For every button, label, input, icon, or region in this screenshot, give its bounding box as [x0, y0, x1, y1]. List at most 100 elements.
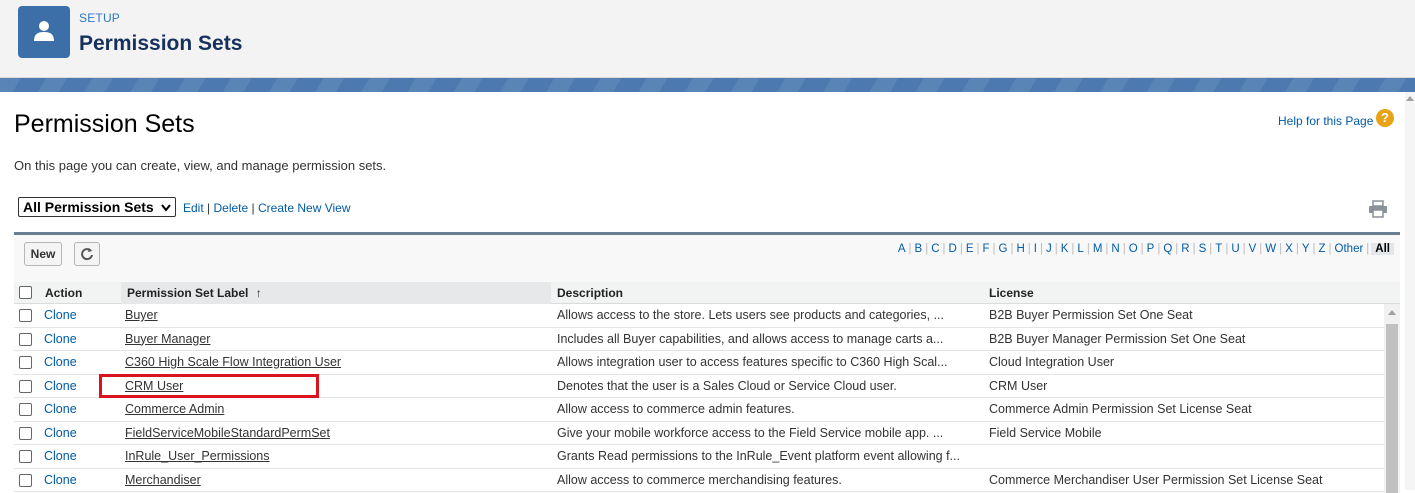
license-cell: B2B Buyer Manager Permission Set One Sea…	[989, 331, 1246, 346]
permission-set-link[interactable]: Merchandiser	[125, 469, 545, 492]
alpha-filter-link[interactable]: O	[1128, 243, 1139, 255]
alpha-filter-link[interactable]: U	[1230, 243, 1240, 255]
separator: |	[251, 201, 255, 215]
clone-link[interactable]: Clone	[44, 351, 114, 374]
alpha-filter-link[interactable]: Q	[1162, 243, 1173, 255]
permission-set-link[interactable]: C360 High Scale Flow Integration User	[125, 351, 545, 374]
table-scrollbar[interactable]	[1384, 304, 1400, 493]
alpha-filter-link[interactable]: T	[1214, 243, 1223, 255]
help-icon[interactable]: ?	[1376, 109, 1394, 127]
column-header-action: Action	[45, 286, 83, 300]
alpha-separator: |	[1242, 243, 1246, 255]
alpha-filter-link[interactable]: Y	[1301, 243, 1311, 255]
clone-link[interactable]: Clone	[44, 422, 114, 445]
alpha-filter-link[interactable]: K	[1060, 243, 1070, 255]
alpha-filter-link[interactable]: D	[948, 243, 958, 255]
alpha-separator: |	[992, 243, 996, 255]
alpha-filter-link[interactable]: Z	[1318, 243, 1327, 255]
alpha-filter-link[interactable]: V	[1248, 243, 1258, 255]
permission-set-link[interactable]: Buyer Manager	[125, 328, 545, 351]
alpha-filter-link[interactable]: F	[981, 243, 990, 255]
permission-set-link[interactable]: CRM User	[125, 375, 545, 398]
clone-link[interactable]: Clone	[44, 375, 114, 398]
column-header-label[interactable]: Permission Set Label ↑	[121, 282, 551, 304]
alpha-filter-link[interactable]: J	[1045, 243, 1053, 255]
permission-set-link[interactable]: InRule_User_Permissions	[125, 445, 545, 468]
scroll-up-icon[interactable]	[1406, 96, 1414, 101]
clone-link[interactable]: Clone	[44, 328, 114, 351]
header-title: Permission Sets	[79, 32, 243, 55]
alpha-filter-link[interactable]: A	[897, 243, 907, 255]
sort-ascending-icon: ↑	[255, 286, 262, 300]
setup-label: SETUP	[79, 11, 121, 25]
alpha-filter-all[interactable]: All	[1371, 243, 1394, 255]
permission-sets-icon	[18, 6, 70, 58]
description-cell: Give your mobile workforce access to the…	[557, 425, 944, 440]
chevron-down-icon	[160, 204, 171, 212]
alpha-separator: |	[1027, 243, 1031, 255]
alpha-separator: |	[1312, 243, 1316, 255]
page-title: Permission Sets	[14, 110, 195, 138]
table-row: Clone Buyer Allows access to the store. Le…	[14, 304, 1384, 328]
alpha-separator: |	[942, 243, 946, 255]
alpha-separator: |	[908, 243, 912, 255]
table-row: Clone Commerce Admin Allow access to comme…	[14, 398, 1384, 422]
help-link[interactable]: Help for this Page	[1278, 114, 1373, 128]
alpha-separator: |	[1039, 243, 1043, 255]
clone-link[interactable]: Clone	[44, 304, 114, 327]
alpha-filter-link[interactable]: B	[914, 243, 924, 255]
refresh-button[interactable]	[74, 242, 100, 266]
description-cell: Denotes that the user is a Sales Cloud o…	[557, 378, 897, 393]
setup-header: SETUP Permission Sets	[0, 0, 1415, 78]
alpha-filter-link[interactable]: S	[1198, 243, 1208, 255]
create-new-view-link[interactable]: Create New View	[258, 201, 350, 215]
clone-link[interactable]: Clone	[44, 445, 114, 468]
alpha-filter-link[interactable]: N	[1110, 243, 1120, 255]
permission-set-link[interactable]: Commerce Admin	[125, 398, 545, 421]
alpha-filter-link[interactable]: Other	[1334, 243, 1365, 255]
header-banner	[0, 78, 1415, 92]
refresh-icon	[81, 248, 93, 261]
row-checkbox[interactable]	[19, 473, 32, 487]
alpha-filter-link[interactable]: P	[1146, 243, 1156, 255]
alpha-filter-link[interactable]: M	[1092, 243, 1104, 255]
row-checkbox[interactable]	[19, 403, 32, 416]
table-row: Clone CRM User Denotes that the user is a …	[14, 375, 1384, 398]
row-checkbox[interactable]	[19, 450, 32, 463]
scroll-thumb[interactable]	[1386, 324, 1398, 493]
delete-view-link[interactable]: Delete	[214, 201, 249, 215]
description-cell: Allows integration user to access featur…	[557, 355, 948, 369]
printer-icon[interactable]	[1368, 200, 1388, 223]
user-icon	[34, 21, 54, 41]
column-header-license[interactable]: License	[989, 282, 1034, 304]
alpha-filter-link[interactable]: W	[1264, 243, 1277, 255]
alpha-separator: |	[1054, 243, 1058, 255]
permission-set-link[interactable]: FieldServiceMobileStandardPermSet	[125, 422, 545, 445]
page-scrollbar[interactable]	[1405, 92, 1415, 490]
license-cell: Field Service Mobile	[989, 425, 1102, 440]
alpha-filter-link[interactable]: X	[1284, 243, 1294, 255]
alpha-filter-link[interactable]: L	[1076, 243, 1084, 255]
row-checkbox[interactable]	[19, 356, 32, 369]
alpha-filter-link[interactable]: H	[1015, 243, 1025, 255]
scroll-up-icon[interactable]	[1388, 310, 1396, 315]
new-button[interactable]: New	[24, 242, 62, 266]
permission-set-link[interactable]: Buyer	[125, 304, 545, 327]
alpha-filter-link[interactable]: G	[998, 243, 1009, 255]
clone-link[interactable]: Clone	[44, 398, 114, 421]
row-checkbox[interactable]	[19, 332, 32, 346]
column-header-description[interactable]: Description	[557, 282, 623, 304]
clone-link[interactable]: Clone	[44, 469, 114, 492]
separator: |	[207, 201, 211, 215]
alpha-separator: |	[1192, 243, 1196, 255]
row-checkbox[interactable]	[19, 379, 32, 393]
edit-view-link[interactable]: Edit	[183, 201, 204, 215]
description-cell: Grants Read permissions to the InRule_Ev…	[557, 449, 960, 463]
select-all-checkbox[interactable]	[19, 286, 32, 299]
table-row: Clone C360 High Scale Flow Integration Us…	[14, 351, 1384, 375]
alpha-filter-link[interactable]: C	[930, 243, 940, 255]
row-checkbox[interactable]	[19, 426, 32, 440]
view-select[interactable]: All Permission Sets	[18, 197, 176, 217]
row-checkbox[interactable]	[19, 309, 32, 322]
alpha-filter-link[interactable]: R	[1180, 243, 1190, 255]
